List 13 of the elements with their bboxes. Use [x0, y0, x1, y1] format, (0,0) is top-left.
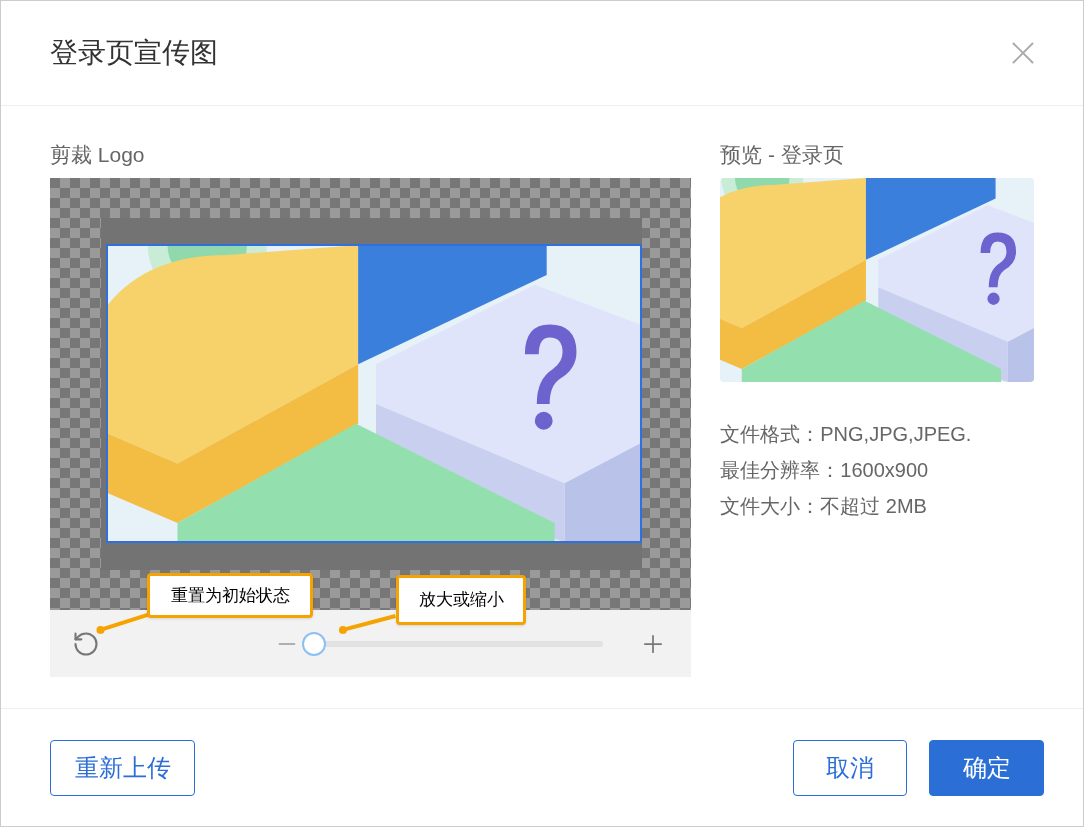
section-label: 预览 - 登录页 [720, 142, 845, 168]
info-text: 最佳分辨率：1600x900 [720, 458, 930, 483]
reset-icon[interactable] [72, 629, 100, 658]
info-text: 文件格式：PNG,JPG,JPEG. [720, 422, 973, 447]
callout: 放大或缩小 [396, 575, 526, 625]
reupload-button[interactable]: 重新上传 [50, 739, 195, 796]
dialog-title: 登录页宣传图 [50, 36, 218, 70]
leader-line [338, 614, 396, 634]
section-label: 剪裁 Logo [50, 142, 146, 168]
callout: 重置为初始状态 [147, 573, 313, 618]
info-text: 文件大小：不超过 2MB [720, 494, 928, 519]
cancel-button[interactable]: 取消 [793, 739, 907, 796]
confirm-button[interactable]: 确定 [929, 739, 1044, 796]
